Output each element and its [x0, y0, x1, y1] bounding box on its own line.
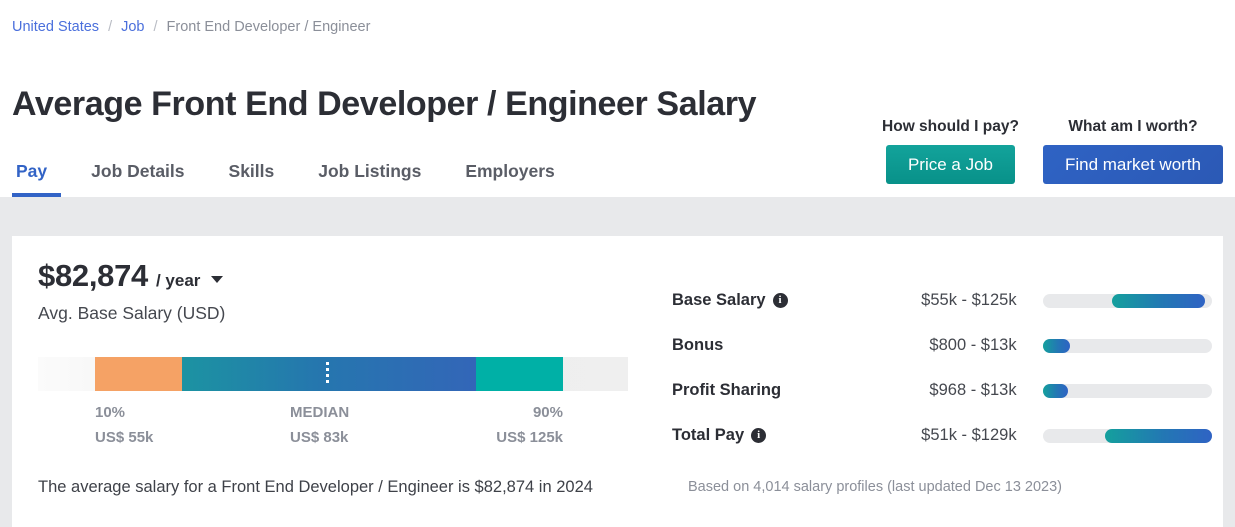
- salary-range-chart: 10% US$ 55k MEDIAN US$ 83k 90% US$ 125k: [38, 357, 628, 448]
- cta-group: How should I pay? Price a Job What am I …: [882, 118, 1223, 184]
- metric-label-text: Total Pay: [672, 426, 744, 445]
- metric-label-text: Profit Sharing: [672, 381, 781, 400]
- range-label-high-pct: 90%: [478, 400, 563, 425]
- breadcrumb-current: Front End Developer / Engineer: [167, 18, 371, 36]
- range-segment-low: [95, 357, 182, 391]
- salary-period-label: / year: [156, 271, 200, 291]
- tab-skills[interactable]: Skills: [207, 161, 297, 197]
- metric-label-profit-sharing: Profit Sharing: [672, 381, 883, 400]
- tab-employers[interactable]: Employers: [443, 161, 576, 197]
- metric-row-bonus: Bonus $800 - $13k: [672, 323, 1212, 368]
- breadcrumb-link-country[interactable]: United States: [12, 18, 99, 36]
- average-salary-line: $82,874 / year: [38, 258, 638, 294]
- metric-label-text: Bonus: [672, 336, 723, 355]
- metric-row-profit-sharing: Profit Sharing $968 - $13k: [672, 368, 1212, 413]
- metric-label-text: Base Salary: [672, 291, 766, 310]
- range-label-low-pct: 10%: [95, 400, 125, 425]
- metric-label-bonus: Bonus: [672, 336, 883, 355]
- metric-bar-bonus: [1043, 339, 1212, 353]
- metric-label-total-pay: Total Pay i: [672, 426, 883, 445]
- breadcrumb-separator: /: [108, 18, 112, 36]
- metric-row-base-salary: Base Salary i $55k - $125k: [672, 278, 1212, 323]
- range-label-median-pct: MEDIAN: [290, 400, 349, 425]
- metric-label-base-salary: Base Salary i: [672, 291, 883, 310]
- tab-pay[interactable]: Pay: [12, 161, 69, 197]
- metric-bar-fill: [1105, 429, 1212, 443]
- info-icon[interactable]: i: [751, 428, 766, 443]
- range-label-high-value: US$ 125k: [478, 425, 563, 450]
- range-segment-high: [476, 357, 563, 391]
- breadcrumb: United States / Job / Front End Develope…: [12, 18, 370, 36]
- metric-value-base-salary: $55k - $125k: [883, 291, 1016, 310]
- pay-breakdown-panel: Base Salary i $55k - $125k Bonus $800 - …: [672, 278, 1212, 458]
- tab-job-listings[interactable]: Job Listings: [296, 161, 443, 197]
- breadcrumb-link-job[interactable]: Job: [121, 18, 144, 36]
- salary-overview-panel: $82,874 / year Avg. Base Salary (USD) 10…: [38, 258, 638, 448]
- average-salary-amount: $82,874: [38, 258, 148, 294]
- tab-bar: Pay Job Details Skills Job Listings Empl…: [12, 155, 577, 197]
- find-market-worth-button[interactable]: Find market worth: [1043, 145, 1223, 184]
- metric-value-total-pay: $51k - $129k: [883, 426, 1016, 445]
- metric-bar-fill: [1112, 294, 1205, 308]
- info-icon[interactable]: i: [773, 293, 788, 308]
- page-title: Average Front End Developer / Engineer S…: [12, 85, 756, 124]
- metric-bar-profit-sharing: [1043, 384, 1212, 398]
- price-a-job-button[interactable]: Price a Job: [886, 145, 1015, 184]
- market-worth-label: What am I worth?: [1068, 118, 1197, 136]
- metric-bar-total-pay: [1043, 429, 1212, 443]
- breadcrumb-separator: /: [153, 18, 157, 36]
- chevron-down-icon[interactable]: [211, 276, 223, 283]
- salary-profiles-note: Based on 4,014 salary profiles (last upd…: [688, 479, 1062, 495]
- range-axis-labels: 10% US$ 55k MEDIAN US$ 83k 90% US$ 125k: [38, 400, 628, 448]
- salary-summary-card: $82,874 / year Avg. Base Salary (USD) 10…: [12, 236, 1223, 527]
- range-label-low-value: US$ 55k: [95, 425, 153, 450]
- metric-bar-fill: [1043, 339, 1070, 353]
- price-a-job-group: How should I pay? Price a Job: [882, 118, 1019, 184]
- tab-job-details[interactable]: Job Details: [69, 161, 206, 197]
- metric-value-profit-sharing: $968 - $13k: [883, 381, 1016, 400]
- market-worth-group: What am I worth? Find market worth: [1043, 118, 1223, 184]
- salary-range-bar: [38, 357, 628, 391]
- metric-bar-base-salary: [1043, 294, 1212, 308]
- salary-subtitle: Avg. Base Salary (USD): [38, 303, 638, 324]
- median-marker: [326, 362, 329, 386]
- average-salary-statement: The average salary for a Front End Devel…: [38, 478, 593, 497]
- price-a-job-label: How should I pay?: [882, 118, 1019, 136]
- metric-bar-fill: [1043, 384, 1068, 398]
- range-segment-mid: [182, 357, 476, 391]
- metric-row-total-pay: Total Pay i $51k - $129k: [672, 413, 1212, 458]
- range-label-median-value: US$ 83k: [290, 425, 348, 450]
- metric-value-bonus: $800 - $13k: [883, 336, 1016, 355]
